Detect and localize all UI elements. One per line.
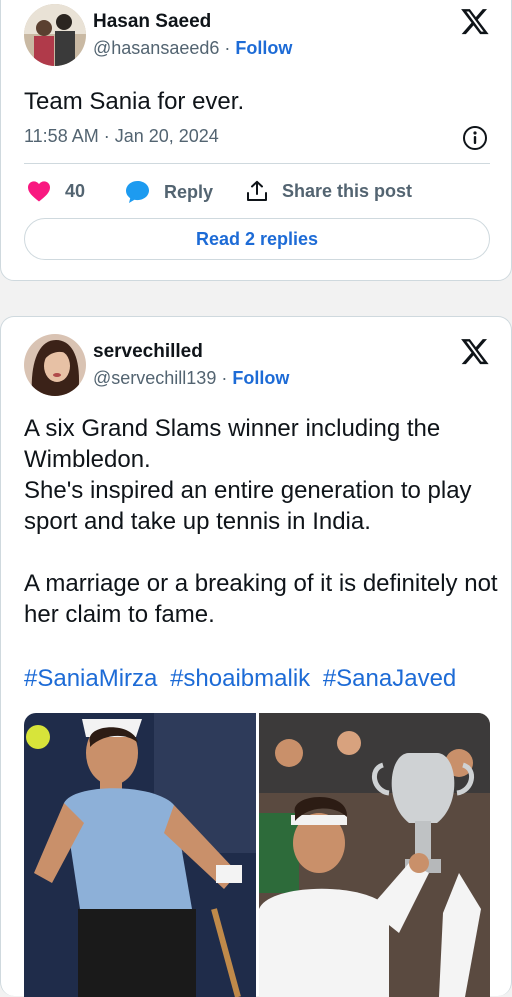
avatar-servechilled[interactable] bbox=[24, 334, 86, 396]
author-handle-line: @servechill139 · Follow bbox=[93, 368, 289, 389]
reply-button[interactable]: Reply bbox=[125, 180, 213, 204]
author-handle[interactable]: @hasansaeed6 bbox=[93, 38, 219, 58]
author-handle[interactable]: @servechill139 bbox=[93, 368, 216, 388]
follow-button[interactable]: Follow bbox=[235, 38, 292, 58]
hashtag-link[interactable]: #SaniaMirza bbox=[24, 665, 157, 692]
share-button[interactable]: Share this post bbox=[246, 180, 412, 202]
tweet-card-1: Hasan Saeed @hasansaeed6 · Follow Team S… bbox=[0, 0, 512, 281]
avatar-hasan-saeed[interactable] bbox=[24, 4, 86, 66]
x-logo-icon[interactable] bbox=[459, 6, 491, 36]
separator-dot: · bbox=[221, 368, 228, 388]
reply-bubble-icon bbox=[126, 181, 149, 203]
heart-icon bbox=[28, 181, 50, 202]
x-logo-icon[interactable] bbox=[459, 336, 491, 366]
author-name[interactable]: Hasan Saeed bbox=[93, 11, 211, 33]
author-name[interactable]: servechilled bbox=[93, 341, 203, 363]
tweet-timestamp[interactable]: 11:58 AM · Jan 20, 2024 bbox=[24, 126, 219, 147]
divider bbox=[24, 163, 490, 164]
tweet-photo-1[interactable] bbox=[24, 713, 256, 997]
hashtag-link[interactable]: #shoaibmalik bbox=[170, 665, 310, 692]
tweet-text: A six Grand Slams winner including the W… bbox=[24, 415, 498, 628]
share-label: Share this post bbox=[282, 180, 413, 201]
follow-button[interactable]: Follow bbox=[232, 368, 289, 388]
separator-dot: · bbox=[224, 38, 231, 58]
author-handle-line: @hasansaeed6 · Follow bbox=[93, 38, 292, 59]
info-icon[interactable] bbox=[462, 125, 488, 151]
reply-label: Reply bbox=[164, 181, 214, 202]
like-count: 40 bbox=[65, 180, 86, 201]
like-button[interactable]: 40 bbox=[27, 180, 85, 202]
tweet-card-2: servechilled @servechill139 · Follow A s… bbox=[0, 316, 512, 997]
tweet-text: Team Sania for ever. bbox=[24, 88, 245, 115]
hashtag-link[interactable]: #SanaJaved bbox=[323, 665, 456, 692]
read-replies-button[interactable]: Read 2 replies bbox=[24, 218, 490, 260]
share-icon bbox=[247, 180, 267, 201]
hashtag-list: #SaniaMirza #shoaibmalik #SanaJaved bbox=[24, 665, 462, 693]
tweet-photo-2[interactable] bbox=[259, 713, 490, 997]
